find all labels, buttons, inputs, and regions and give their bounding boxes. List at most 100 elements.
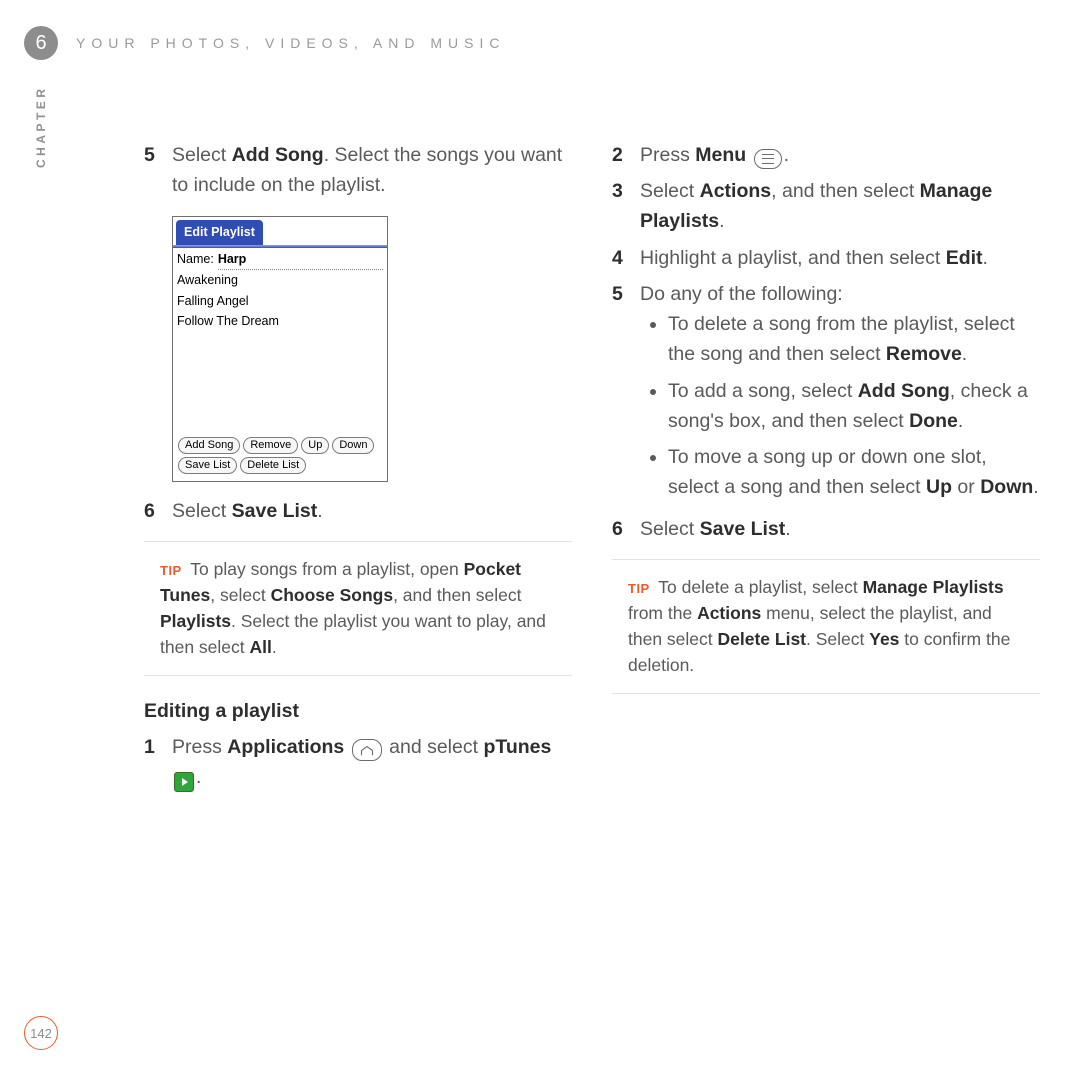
bold: All: [250, 637, 272, 657]
step-number: 5: [144, 140, 158, 200]
song-row[interactable]: Follow The Dream: [173, 311, 387, 331]
bold: Actions: [697, 603, 761, 623]
text: . Select: [806, 629, 869, 649]
chapter-side-label: CHAPTER: [34, 85, 48, 168]
bullet-remove: To delete a song from the playlist, sele…: [668, 309, 1040, 369]
text: or: [952, 476, 980, 498]
bold: Delete List: [718, 629, 807, 649]
save-list-button[interactable]: Save List: [178, 457, 237, 474]
bold: Down: [980, 476, 1033, 498]
bullet-move: To move a song up or down one slot, sele…: [668, 442, 1040, 502]
step-highlight-playlist: 4 Highlight a playlist, and then select …: [612, 243, 1040, 273]
chapter-number-badge: 6: [24, 26, 58, 60]
text: To add a song, select: [668, 380, 858, 402]
tip-label: TIP: [628, 581, 650, 596]
down-button[interactable]: Down: [332, 437, 374, 454]
name-label: Name:: [177, 250, 214, 270]
text: Press: [640, 144, 695, 166]
manual-page: 6 YOUR PHOTOS, VIDEOS, AND MUSIC CHAPTER…: [0, 0, 1080, 1080]
text: and select: [389, 736, 483, 758]
bold: Add Song: [858, 380, 950, 402]
step-number: 1: [144, 732, 158, 792]
tip-label: TIP: [160, 563, 182, 578]
text: To delete a playlist, select: [658, 577, 862, 597]
chapter-title: YOUR PHOTOS, VIDEOS, AND MUSIC: [76, 35, 505, 51]
ptunes-app-icon: [174, 772, 194, 792]
left-column: 5 Select Add Song. Select the songs you …: [144, 140, 572, 798]
text: Highlight a playlist, and then select: [640, 247, 946, 269]
bold: Manage Playlists: [863, 577, 1004, 597]
playlist-name-input[interactable]: Harp: [218, 250, 383, 270]
text: To play songs from a playlist, open: [190, 559, 463, 579]
bold: Save List: [232, 500, 318, 522]
action-bullet-list: To delete a song from the playlist, sele…: [640, 309, 1040, 502]
step-text: Highlight a playlist, and then select Ed…: [640, 243, 1040, 273]
text: .: [272, 637, 277, 657]
screen-buttons: Add Song Remove Up Down Save List Delete…: [173, 431, 387, 481]
playlist-name-row: Name: Harp: [173, 248, 387, 270]
page-number: 142: [24, 1016, 58, 1050]
text: , and then select: [393, 585, 521, 605]
remove-button[interactable]: Remove: [243, 437, 298, 454]
bold: pTunes: [483, 736, 551, 758]
bold: Remove: [886, 343, 962, 365]
step-save-list-2: 6 Select Save List.: [612, 514, 1040, 544]
step-number: 5: [612, 279, 626, 509]
tip-play-playlist: TIP To play songs from a playlist, open …: [144, 541, 572, 676]
text: Select: [172, 500, 232, 522]
bold: Actions: [700, 180, 772, 202]
step-text: Do any of the following: To delete a son…: [640, 279, 1040, 509]
step-text: Select Add Song. Select the songs you wa…: [172, 140, 572, 200]
step-number: 6: [612, 514, 626, 544]
text: Select: [640, 518, 700, 540]
applications-key-icon: [352, 739, 382, 761]
bold: Up: [926, 476, 952, 498]
bullet-add-song: To add a song, select Add Song, check a …: [668, 376, 1040, 436]
text: .: [958, 410, 963, 432]
page-header: 6 YOUR PHOTOS, VIDEOS, AND MUSIC: [24, 26, 1040, 60]
text: .: [719, 210, 724, 232]
step-text: Select Save List.: [172, 496, 572, 526]
delete-list-button[interactable]: Delete List: [240, 457, 306, 474]
editing-playlist-heading: Editing a playlist: [144, 696, 572, 726]
text: .: [983, 247, 988, 269]
bold: Applications: [227, 736, 344, 758]
content-columns: 5 Select Add Song. Select the songs you …: [144, 140, 1040, 798]
step-press-applications: 1 Press Applications and select pTunes .: [144, 732, 572, 792]
up-button[interactable]: Up: [301, 437, 329, 454]
step-text: Press Applications and select pTunes .: [172, 732, 572, 792]
screen-tab-row: Edit Playlist: [173, 217, 387, 244]
step-number: 4: [612, 243, 626, 273]
text: .: [784, 144, 789, 166]
song-row[interactable]: Awakening: [173, 270, 387, 290]
bold: Edit: [946, 247, 983, 269]
step-text: Select Save List.: [640, 514, 1040, 544]
text: .: [196, 766, 201, 788]
text: , select: [210, 585, 270, 605]
tip-delete-playlist: TIP To delete a playlist, select Manage …: [612, 559, 1040, 694]
screen-tab[interactable]: Edit Playlist: [176, 220, 263, 244]
step-save-list: 6 Select Save List.: [144, 496, 572, 526]
step-number: 6: [144, 496, 158, 526]
song-row[interactable]: Falling Angel: [173, 291, 387, 311]
bold: Menu: [695, 144, 746, 166]
screen-empty-area: [173, 331, 387, 431]
text: Select: [640, 180, 700, 202]
text: .: [962, 343, 967, 365]
bold: Add Song: [232, 144, 324, 166]
add-song-button[interactable]: Add Song: [178, 437, 240, 454]
edit-playlist-screen: Edit Playlist Name: Harp Awakening Falli…: [172, 216, 388, 482]
step-do-following: 5 Do any of the following: To delete a s…: [612, 279, 1040, 509]
text: .: [785, 518, 790, 540]
bold: Choose Songs: [271, 585, 394, 605]
menu-key-icon: [754, 149, 782, 169]
text: Select: [172, 144, 232, 166]
bold: Playlists: [160, 611, 231, 631]
right-column: 2 Press Menu . 3 Select Actions, and the…: [612, 140, 1040, 798]
bold: Save List: [700, 518, 786, 540]
step-number: 3: [612, 176, 626, 236]
text: Do any of the following:: [640, 283, 843, 305]
bold: Yes: [869, 629, 899, 649]
text: .: [1033, 476, 1038, 498]
bold: Done: [909, 410, 958, 432]
